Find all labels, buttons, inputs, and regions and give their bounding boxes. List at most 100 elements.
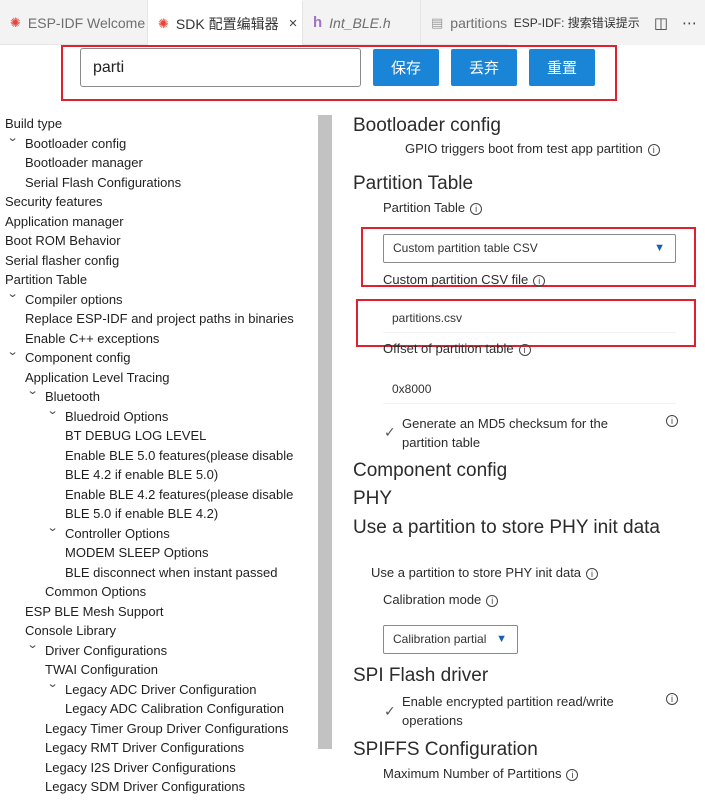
tree-item[interactable]: Serial Flash Configurations (25, 173, 181, 192)
reset-button[interactable]: 重置 (529, 49, 595, 86)
info-icon[interactable]: i (518, 343, 531, 356)
partition-table-label-row: Partition Table i (383, 200, 483, 215)
chevron-down-icon[interactable]: ⌄ (47, 677, 59, 690)
tree-item[interactable]: Application Level Tracing (25, 368, 170, 387)
more-actions-icon[interactable]: ⋯ (682, 14, 697, 32)
offset-input[interactable]: 0x8000 (383, 374, 676, 404)
tree-item[interactable]: Legacy ADC Calibration Configuration (65, 699, 284, 718)
tree-item[interactable]: Bluedroid Options (65, 407, 168, 426)
md5-label-line1: Generate an MD5 checksum for the (402, 416, 608, 431)
info-icon[interactable]: i (533, 274, 546, 287)
md5-checksum-option[interactable]: Generate an MD5 checksum for the partiti… (402, 414, 608, 452)
info-icon[interactable]: i (470, 202, 483, 215)
tree-item[interactable]: BLE 4.2 if enable BLE 5.0) (65, 465, 218, 484)
info-icon[interactable]: i (586, 567, 599, 580)
section-title-phy: PHY (353, 488, 393, 509)
file-icon: ▤ (431, 14, 444, 30)
chevron-down-icon[interactable]: ⌄ (7, 287, 19, 300)
info-icon[interactable]: i (666, 693, 678, 705)
tree-scrollbar[interactable] (318, 115, 332, 749)
tree-item[interactable]: Console Library (25, 621, 116, 640)
tree-item[interactable]: Serial flasher config (5, 251, 119, 270)
tree-item[interactable]: ESP BLE Mesh Support (25, 602, 164, 621)
tree-item[interactable]: Driver Configurations (45, 641, 167, 660)
editor-actions: ESP-IDF: 搜索错误提示 ◫ ⋯ (507, 0, 705, 45)
encrypted-partition-option[interactable]: Enable encrypted partition read/write op… (402, 692, 614, 730)
phy-partition-label: Use a partition to store PHY init data (371, 565, 582, 580)
tree-item[interactable]: Bootloader manager (25, 153, 143, 172)
tree-item[interactable]: Enable BLE 5.0 features(please disable (65, 446, 293, 465)
gpio-boot-option[interactable]: GPIO triggers boot from test app partiti… (405, 141, 660, 156)
tree-item[interactable]: Component config (25, 348, 131, 367)
partition-table-select-value: Custom partition table CSV (393, 241, 538, 255)
custom-csv-label-row: Custom partition CSV file i (383, 272, 546, 287)
esp-idf-search-errors-button[interactable]: ESP-IDF: 搜索错误提示 (514, 14, 640, 31)
gpio-boot-label: GPIO triggers boot from test app partiti… (405, 141, 643, 156)
info-icon[interactable]: i (566, 768, 579, 781)
section-title-partition-table: Partition Table (353, 173, 474, 194)
tree-item[interactable]: Security features (5, 192, 103, 211)
partition-table-label: Partition Table (383, 200, 466, 215)
tree-item[interactable]: BLE 5.0 if enable BLE 4.2) (65, 504, 218, 523)
tab-label: partitions. (450, 14, 511, 31)
search-input[interactable] (80, 48, 361, 87)
chevron-down-icon[interactable]: ⌄ (47, 521, 59, 534)
info-icon[interactable]: i (486, 594, 499, 607)
tree-item[interactable]: Enable C++ exceptions (25, 329, 159, 348)
split-editor-icon[interactable]: ◫ (654, 14, 668, 32)
custom-csv-input[interactable]: partitions.csv (383, 303, 676, 333)
tree-item[interactable]: Legacy RMT Driver Configurations (45, 738, 244, 757)
md5-label-line2: partition table (402, 435, 481, 450)
encrypt-label-line2: operations (402, 713, 463, 728)
config-tree: Build type ⌄ Bootloader config Bootloader m… (0, 112, 310, 801)
tree-item[interactable]: Legacy SDM Driver Configurations (45, 777, 245, 796)
tree-item[interactable]: Legacy I2S Driver Configurations (45, 758, 236, 777)
chevron-down-icon: ▼ (496, 633, 507, 645)
tree-item[interactable]: Bootloader config (25, 134, 126, 153)
tab-label: SDK 配置编辑器 (175, 15, 279, 32)
chevron-down-icon[interactable]: ⌄ (7, 131, 19, 144)
tree-item[interactable]: BLE disconnect when instant passed (65, 563, 277, 582)
max-partitions-label: Maximum Number of Partitions (383, 766, 562, 781)
tree-item[interactable]: Enable BLE 4.2 features(please disable (65, 485, 293, 504)
checkmark-icon[interactable]: ✓ (384, 424, 396, 441)
tab-int-ble-h[interactable]: h Int_BLE.h (303, 0, 421, 45)
tab-sdk-config-editor[interactable]: ✺ SDK 配置编辑器 × (148, 0, 303, 45)
tree-item[interactable]: Common Options (45, 582, 146, 601)
tree-item[interactable]: TWAI Configuration (45, 660, 158, 679)
tree-item[interactable]: MODEM SLEEP Options (65, 543, 209, 562)
checkmark-icon[interactable]: ✓ (384, 703, 396, 720)
config-panel: Bootloader config GPIO triggers boot fro… (340, 105, 705, 801)
tab-partitions[interactable]: ▤ partitions. (421, 0, 511, 45)
section-title-component-config: Component config (353, 460, 508, 481)
tree-item[interactable]: Legacy ADC Driver Configuration (65, 680, 256, 699)
calibration-label-row: Calibration mode i (383, 592, 499, 607)
custom-csv-label: Custom partition CSV file (383, 272, 529, 287)
tree-item[interactable]: Boot ROM Behavior (5, 231, 121, 250)
offset-label: Offset of partition table (383, 341, 514, 356)
tree-item[interactable]: Compiler options (25, 290, 123, 309)
chevron-down-icon[interactable]: ⌄ (27, 638, 39, 651)
tree-item[interactable]: Application manager (5, 212, 124, 231)
chevron-down-icon[interactable]: ⌄ (7, 345, 19, 358)
chevron-down-icon[interactable]: ⌄ (47, 404, 59, 417)
section-title-spiffs: SPIFFS Configuration (353, 739, 538, 760)
info-icon[interactable]: i (647, 143, 660, 156)
close-icon[interactable]: × (289, 15, 298, 32)
tree-item[interactable]: Replace ESP-IDF and project paths in bin… (25, 309, 294, 328)
tab-esp-idf-welcome[interactable]: ✺ ESP-IDF Welcome (0, 0, 148, 45)
section-title-spi-flash: SPI Flash driver (353, 665, 489, 686)
chevron-down-icon[interactable]: ⌄ (27, 384, 39, 397)
encrypt-label-line1: Enable encrypted partition read/write (402, 694, 614, 709)
tree-item[interactable]: Controller Options (65, 524, 170, 543)
partition-table-select[interactable]: Custom partition table CSV ▼ (383, 234, 676, 263)
save-button[interactable]: 保存 (373, 49, 439, 86)
tree-item[interactable]: BT DEBUG LOG LEVEL (65, 426, 206, 445)
discard-button[interactable]: 丢弃 (451, 49, 517, 86)
calibration-mode-select[interactable]: Calibration partial ▼ (383, 625, 518, 654)
section-title-bootloader: Bootloader config (353, 115, 501, 136)
info-icon[interactable]: i (666, 415, 678, 427)
phy-partition-option[interactable]: Use a partition to store PHY init data i (371, 565, 599, 580)
tree-item[interactable]: Legacy Timer Group Driver Configurations (45, 719, 289, 738)
esp-icon: ✺ (10, 14, 21, 30)
